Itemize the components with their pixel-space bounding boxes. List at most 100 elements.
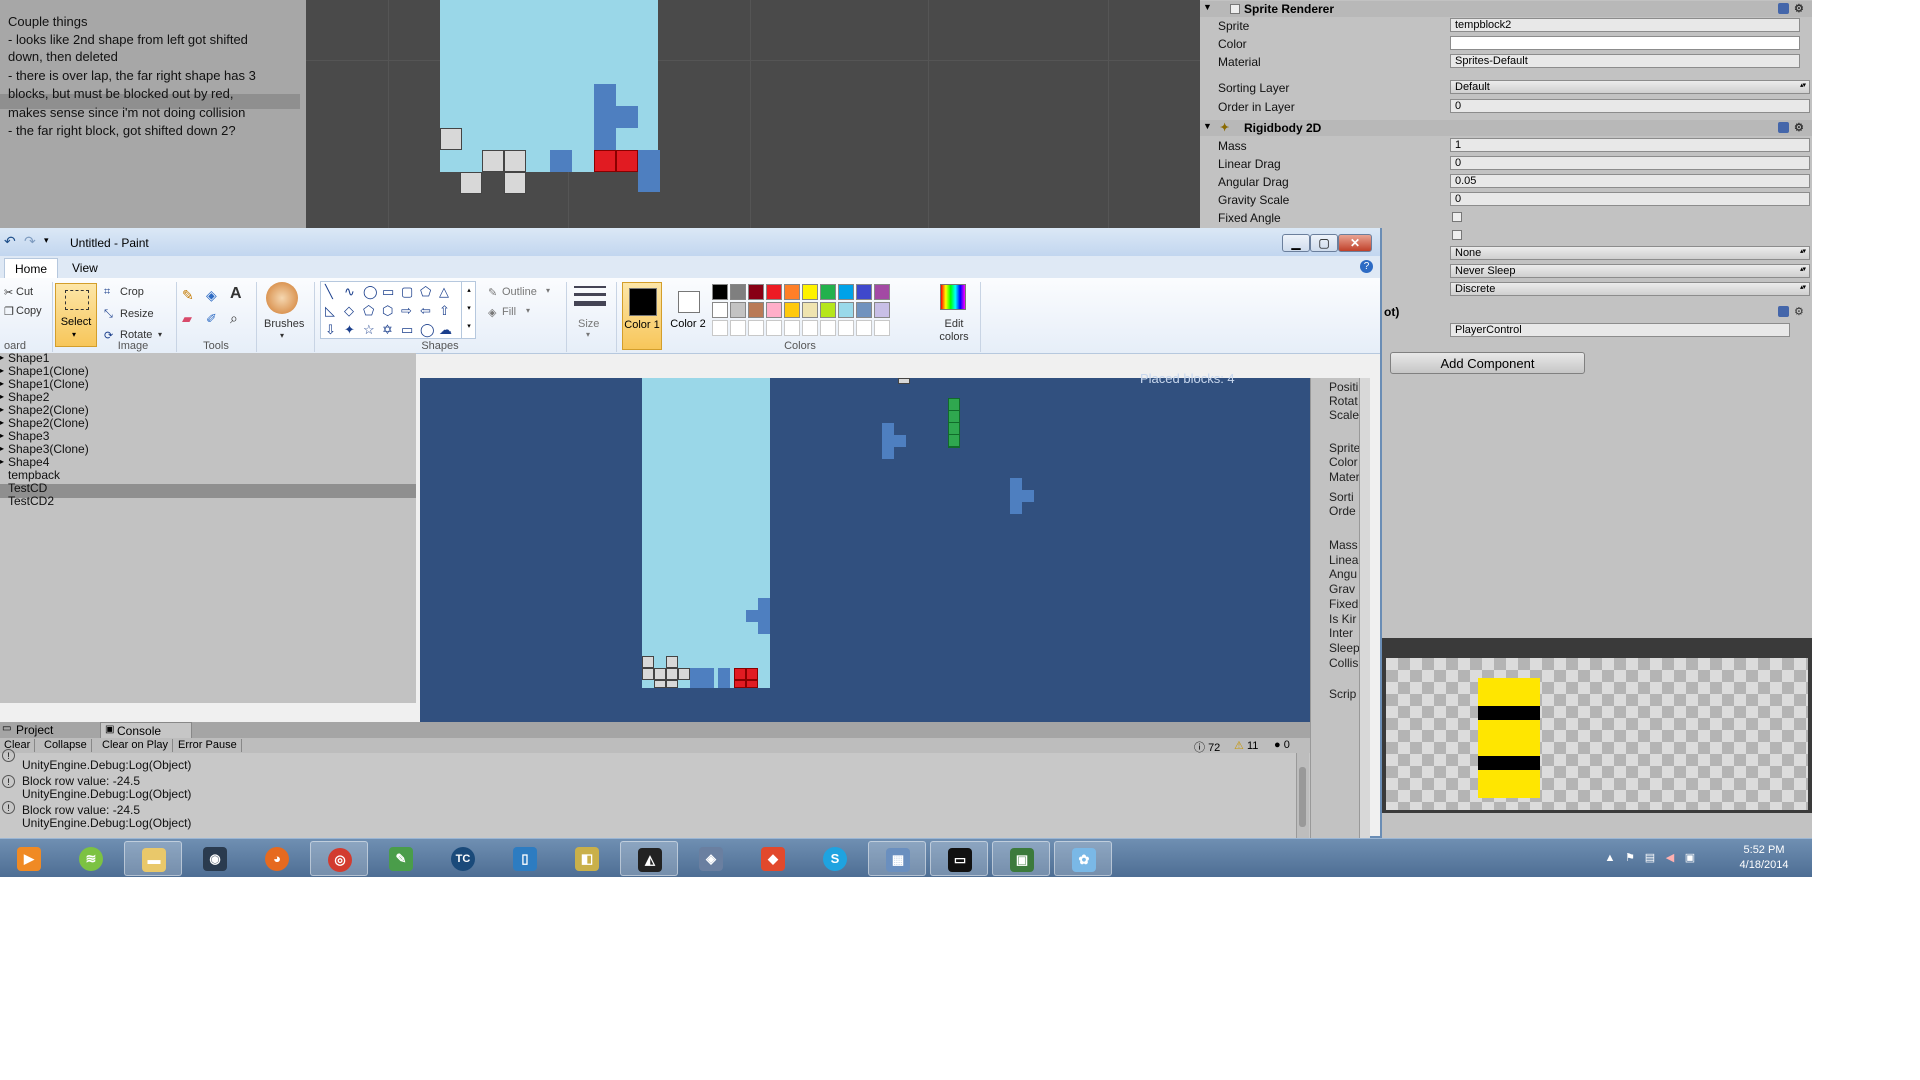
rectangle-shape-icon[interactable]: ▭ bbox=[382, 285, 394, 298]
remote-taskbar-button[interactable]: ▦ bbox=[868, 841, 926, 876]
color-swatch[interactable] bbox=[820, 302, 836, 318]
color-swatch[interactable] bbox=[748, 302, 764, 318]
undo-icon[interactable]: ↶ bbox=[4, 233, 16, 250]
expand-arrow-icon[interactable]: ▸ bbox=[0, 353, 4, 362]
paint-scrollbar[interactable] bbox=[1359, 378, 1370, 838]
console-scrollbar[interactable] bbox=[1296, 753, 1309, 838]
spotify-taskbar-button[interactable]: ≋ bbox=[62, 841, 120, 876]
notepad-taskbar-button[interactable]: ✎ bbox=[372, 841, 430, 876]
curve-shape-icon[interactable]: ∿ bbox=[344, 285, 355, 298]
down-arrow-shape-icon[interactable]: ⇩ bbox=[325, 323, 336, 336]
expand-arrow-icon[interactable]: ▸ bbox=[0, 379, 4, 388]
material-field[interactable]: Sprites-Default bbox=[1450, 54, 1800, 68]
hierarchy-item[interactable]: Shape3(Clone) bbox=[8, 442, 89, 456]
vs-taskbar-button[interactable]: ◈ bbox=[682, 841, 740, 876]
hierarchy-item[interactable]: Shape2(Clone) bbox=[8, 403, 89, 417]
warning-count-toggle[interactable]: ⚠ 11 bbox=[1234, 739, 1258, 752]
collapse-arrow-icon[interactable]: ▼ bbox=[1203, 2, 1212, 12]
quick-access-dropdown-icon[interactable]: ▾ bbox=[44, 235, 49, 246]
teamcity-taskbar-button[interactable]: TC bbox=[434, 841, 492, 876]
chevron-down-icon[interactable]: ▾ bbox=[586, 330, 590, 339]
color-swatch[interactable] bbox=[784, 302, 800, 318]
text-icon[interactable]: A bbox=[230, 285, 242, 303]
rounded-callout-shape-icon[interactable]: ▭ bbox=[401, 323, 413, 336]
color-swatch[interactable] bbox=[748, 320, 764, 336]
color-swatch[interactable] bbox=[766, 320, 782, 336]
oval-callout-shape-icon[interactable]: ◯ bbox=[420, 323, 435, 336]
edit-colors-icon[interactable] bbox=[940, 284, 966, 310]
scene-view[interactable] bbox=[306, 0, 1200, 228]
show-hidden-icons-icon[interactable]: ▲ bbox=[1604, 852, 1616, 864]
color-swatch[interactable] bbox=[712, 320, 728, 336]
fill-dropdown[interactable]: Fill bbox=[502, 306, 516, 318]
expand-arrow-icon[interactable]: ▸ bbox=[0, 366, 4, 375]
color-swatch[interactable] bbox=[838, 320, 854, 336]
pentagon-shape-icon[interactable]: ⬠ bbox=[363, 304, 374, 317]
brushes-icon[interactable] bbox=[266, 282, 298, 314]
color-swatch[interactable] bbox=[730, 284, 746, 300]
hierarchy-item[interactable]: Shape3 bbox=[8, 429, 49, 443]
size-icon[interactable] bbox=[574, 284, 606, 314]
script-field[interactable]: PlayerControl bbox=[1450, 323, 1790, 337]
fixed-angle-checkbox[interactable] bbox=[1452, 212, 1462, 222]
triangle-shape-icon[interactable]: △ bbox=[439, 285, 449, 298]
line-shape-icon[interactable]: ╲ bbox=[325, 285, 333, 298]
scene-block[interactable] bbox=[594, 84, 616, 150]
hierarchy-item[interactable]: Shape1 bbox=[8, 351, 49, 365]
rounded-rect-shape-icon[interactable]: ▢ bbox=[401, 285, 413, 298]
right-arrow-shape-icon[interactable]: ⇨ bbox=[401, 304, 412, 317]
up-arrow-shape-icon[interactable]: ⇧ bbox=[439, 304, 450, 317]
color-swatch[interactable] bbox=[766, 302, 782, 318]
game-view[interactable]: Placed blocks: 4 bbox=[420, 371, 1310, 722]
add-component-button[interactable]: Add Component bbox=[1390, 352, 1585, 374]
angular-drag-field[interactable]: 0.05 bbox=[1450, 174, 1810, 188]
color-swatch[interactable] bbox=[802, 284, 818, 300]
hierarchy-item[interactable]: tempback bbox=[8, 468, 60, 482]
paint-taskbar-button[interactable]: ✿ bbox=[1054, 841, 1112, 876]
resize-button[interactable]: Resize bbox=[120, 308, 154, 320]
sprite-renderer-enabled-checkbox[interactable] bbox=[1230, 4, 1240, 14]
minimize-button[interactable]: ▁ bbox=[1282, 234, 1310, 252]
color-swatch[interactable] bbox=[730, 302, 746, 318]
skype-taskbar-button[interactable]: S bbox=[806, 841, 864, 876]
hierarchy-item[interactable]: Shape1(Clone) bbox=[8, 364, 89, 378]
color-swatch[interactable] bbox=[712, 302, 728, 318]
explorer-taskbar-button[interactable]: ▬ bbox=[124, 841, 182, 876]
color-swatch[interactable] bbox=[748, 284, 764, 300]
hierarchy-item[interactable]: Shape2(Clone) bbox=[8, 416, 89, 430]
interpolate-dropdown[interactable]: None bbox=[1450, 246, 1810, 260]
order-in-layer-field[interactable]: 0 bbox=[1450, 99, 1810, 113]
color-picker-icon[interactable]: ✐ bbox=[206, 311, 217, 327]
diamond-shape-icon[interactable]: ◇ bbox=[344, 304, 354, 317]
color-swatch[interactable] bbox=[784, 320, 800, 336]
hierarchy-item[interactable]: Shape4 bbox=[8, 455, 49, 469]
color-swatch[interactable] bbox=[802, 320, 818, 336]
hierarchy-item[interactable]: TestCD2 bbox=[8, 494, 54, 508]
tab-project[interactable]: Project bbox=[16, 723, 53, 737]
help-icon[interactable] bbox=[1778, 306, 1789, 317]
five-point-star-shape-icon[interactable]: ☆ bbox=[363, 323, 375, 336]
six-point-star-shape-icon[interactable]: ✡ bbox=[382, 323, 393, 336]
unity-taskbar-button[interactable]: ◭ bbox=[620, 841, 678, 876]
help-icon[interactable] bbox=[1778, 3, 1789, 14]
hierarchy-item[interactable]: Shape1(Clone) bbox=[8, 377, 89, 391]
scene-block[interactable] bbox=[616, 106, 638, 128]
color-swatch[interactable] bbox=[874, 302, 890, 318]
size-button[interactable]: Size bbox=[578, 318, 599, 330]
shapes-scroll[interactable]: ▴ ▾ ▾ bbox=[461, 282, 476, 338]
chevron-down-icon[interactable]: ▾ bbox=[158, 330, 162, 339]
help-icon[interactable] bbox=[1778, 122, 1789, 133]
scene-block[interactable] bbox=[482, 150, 504, 172]
monitor-tray-icon[interactable]: ▣ bbox=[1684, 852, 1696, 864]
crop-icon[interactable]: ⌗ bbox=[104, 286, 110, 299]
sprite-renderer-header[interactable]: ▼ Sprite Renderer ⚙ bbox=[1200, 1, 1812, 17]
color-swatch[interactable] bbox=[730, 320, 746, 336]
is-kinematic-checkbox[interactable] bbox=[1452, 230, 1462, 240]
color-swatch[interactable] bbox=[838, 284, 854, 300]
expand-arrow-icon[interactable]: ▸ bbox=[0, 457, 4, 466]
color-field[interactable] bbox=[1450, 36, 1800, 50]
gear-icon[interactable]: ⚙ bbox=[1794, 121, 1804, 134]
tab-home[interactable]: Home bbox=[4, 258, 59, 279]
collapse-arrow-icon[interactable]: ▼ bbox=[1203, 121, 1212, 131]
color-swatch[interactable] bbox=[784, 284, 800, 300]
